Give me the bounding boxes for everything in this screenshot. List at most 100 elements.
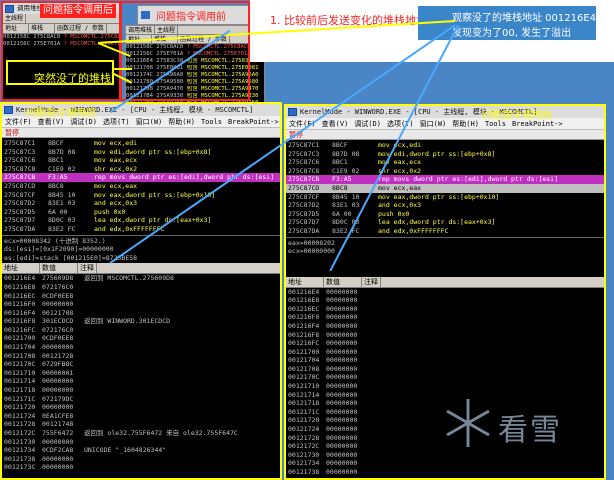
stack-row[interactable]: 001216E4 275609D8 返回到 MSCOMCTL.275609D8 bbox=[2, 274, 280, 283]
right-status: 暂停 bbox=[286, 130, 604, 140]
disasm-row[interactable]: 275C87DA 83E2 FC and edx,0xFFFFFFFC bbox=[286, 227, 604, 236]
thumb-after-header: 地址 堆栈 函数过程 / 参数 bbox=[3, 24, 119, 34]
stack-row[interactable]: 0012173C00000000 bbox=[2, 463, 280, 472]
stack-row[interactable]: 00121714 00000000 bbox=[2, 377, 280, 386]
stack-row[interactable]: 001216E8 00000000 bbox=[286, 296, 604, 305]
stack-row[interactable]: 001216FC 072176C0 bbox=[2, 326, 280, 335]
menu-item[interactable]: 帮助(H) bbox=[449, 118, 482, 129]
disasm-row[interactable]: 275C87CF 8B45 10 mov eax,dword ptr ss:[ebp… bbox=[2, 191, 280, 200]
thumb-red-frame bbox=[120, 1, 250, 101]
disasm-row[interactable]: 275C87D2 83E1 03 and ecx,0x3 bbox=[2, 199, 280, 208]
disasm-row[interactable]: 275C87CF 8B45 10 mov eax,dword ptr ss:[ebp… bbox=[286, 193, 604, 202]
menu-item[interactable]: 选项(T) bbox=[100, 116, 133, 127]
disasm-row[interactable]: 275C87D7 8D0C 03 lea edx,dword ptr ds:[eax… bbox=[2, 216, 280, 225]
stack-row[interactable]: 0012173C00000000 bbox=[286, 477, 604, 478]
disasm-row[interactable]: 275C87C1 8BCF mov ecx,edi bbox=[286, 141, 604, 150]
stack-row[interactable]: 0012170C 0729FB8C bbox=[2, 360, 280, 369]
stack-row[interactable]: 001216E8 072176C0 bbox=[2, 283, 280, 292]
info-line: eax=00008202 bbox=[288, 238, 335, 247]
stack-row[interactable]: 001216E4 00000000 bbox=[286, 288, 604, 297]
menu-item[interactable]: 窗口(W) bbox=[417, 118, 450, 129]
stack-row[interactable]: 00121710 00000000 bbox=[286, 382, 604, 391]
info-line: ds:[esi]=[0x1F2090]=00000000 bbox=[4, 245, 114, 254]
stack-row[interactable]: 00121718 00000000 bbox=[2, 386, 280, 395]
stack-row[interactable]: 00121728 00121748 bbox=[2, 420, 280, 429]
menu-item[interactable]: 选项(T) bbox=[384, 118, 417, 129]
disasm-row[interactable]: 275C87D5 6A 00 push 0x0 bbox=[2, 208, 280, 217]
watermark-text: 看雪 bbox=[498, 413, 562, 448]
stack-row[interactable]: 00121724 0EA1CFE8 bbox=[2, 412, 280, 421]
disasm-row[interactable]: 275C87DA 83E2 FC and edx,0xFFFFFFFC bbox=[2, 225, 280, 234]
app-icon bbox=[4, 106, 13, 114]
stack-row[interactable]: 00121704 00000000 bbox=[2, 343, 280, 352]
stack-row[interactable]: 00121700 0CDF0EE8 bbox=[2, 334, 280, 343]
disasm-row[interactable]: 275C87C6 8BC1 mov eax,ecx bbox=[286, 158, 604, 167]
stack-row[interactable]: 001216EC 00000000 bbox=[286, 305, 604, 314]
disasm-row[interactable]: 275C87C1 8BCF mov ecx,edi bbox=[2, 139, 280, 148]
left-stack[interactable]: 001216E4 275609D8 返回到 MSCOMCTL.275609D8 001… bbox=[2, 274, 280, 472]
stack-row[interactable]: 00121734 00000000 bbox=[286, 459, 604, 468]
col-stack: 堆栈 bbox=[29, 24, 55, 33]
stack-row[interactable]: 00121704 00000000 bbox=[286, 356, 604, 365]
disasm-row[interactable]: 275C87C6 8BC1 mov eax,ecx bbox=[2, 156, 280, 165]
disasm-row[interactable]: 275C87D2 83E1 03 and ecx,0x3 bbox=[286, 201, 604, 210]
stack-row[interactable]: 00121710 00000001 bbox=[2, 369, 280, 378]
menu-item[interactable]: Tools bbox=[198, 116, 225, 127]
app-icon bbox=[5, 5, 14, 13]
thread-label: 主线程 bbox=[3, 14, 27, 23]
left-stack-header: 地址 数值 注释 bbox=[2, 263, 280, 275]
left-disasm[interactable]: 275C87C1 8BCF mov ecx,edi 275C87C3 8B7D 08 mo… bbox=[2, 138, 280, 235]
menu-item[interactable]: 窗口(W) bbox=[133, 116, 166, 127]
watermark: 看雪 bbox=[440, 395, 590, 455]
stack-row[interactable]: 00121708 00000000 bbox=[286, 365, 604, 374]
disasm-row[interactable]: 275C87D5 6A 00 push 0x0 bbox=[286, 210, 604, 219]
stack-row[interactable]: 00121734 0CDF2CA8 UNICODE "_1604826344" bbox=[2, 446, 280, 455]
menu-item[interactable]: 帮助(H) bbox=[165, 116, 198, 127]
menu-item[interactable]: BreakPoint-> bbox=[225, 116, 280, 127]
stack-row[interactable]: 00121738 00000000 bbox=[286, 468, 604, 477]
app-icon bbox=[288, 108, 297, 116]
snowflake-icon bbox=[446, 399, 490, 447]
stack-row[interactable]: 001216F4 00000000 bbox=[286, 322, 604, 331]
stack-row[interactable]: 001216F8 00000000 bbox=[286, 331, 604, 340]
stack-row[interactable]: 001216F0 00000000 bbox=[286, 313, 604, 322]
right-info-pane: eax=00008202 ecx=00000000 bbox=[286, 236, 604, 277]
col-proc: 函数过程 / 参数 bbox=[55, 24, 107, 33]
stack-row[interactable]: 001216F8 301ECDCD 返回到 WINWORD.301ECDCD bbox=[2, 317, 280, 326]
info-line: es:[edi]=stack [001215E0]=8725BE58 bbox=[4, 253, 138, 262]
label-before-mid: 问题指令调用前 bbox=[26, 108, 96, 119]
info-line: ecx=00000000 bbox=[288, 247, 335, 256]
label-after-top: 问题指令调用后 bbox=[40, 4, 116, 18]
left-status: 暂停 bbox=[2, 128, 280, 138]
stack-row[interactable]: 0012171C 072179DC bbox=[2, 395, 280, 404]
stack-row[interactable]: 00121720 00000000 bbox=[2, 403, 280, 412]
stack-row[interactable]: 001216FC 00000000 bbox=[286, 339, 604, 348]
stack-row[interactable]: 00121708 00121728 bbox=[2, 352, 280, 361]
menu-item[interactable]: 查看(V) bbox=[319, 118, 352, 129]
label-after-mid: 问题指令调用后 bbox=[482, 110, 552, 121]
thumb-stack-row: 0012158C 275C8AC0 ? MSCOMCTL.275C8AC0 bbox=[3, 34, 119, 40]
note-overflow: 发现变为了00, 发生了溢出 bbox=[452, 28, 572, 39]
disasm-row[interactable]: 275C87CB F3:A5 rep movs dword ptr es:[edi]… bbox=[286, 175, 604, 184]
stack-row[interactable]: 00121738 00000000 bbox=[2, 455, 280, 464]
disasm-row[interactable]: 275C87C3 8B7D 08 mov edi,dword ptr ss:[ebp… bbox=[2, 148, 280, 157]
stack-row[interactable]: 00121730 00000000 bbox=[2, 438, 280, 447]
disasm-row[interactable]: 275C87CD 8BC8 mov ecx,eax bbox=[2, 182, 280, 191]
right-stack-header: 地址 数值 注释 bbox=[286, 276, 604, 288]
stack-row[interactable]: 001216F0 00000000 bbox=[2, 300, 280, 309]
stack-row[interactable]: 001216F4 00121708 bbox=[2, 309, 280, 318]
stack-row[interactable]: 0012170C 00000000 bbox=[286, 373, 604, 382]
highlight-line bbox=[112, 68, 132, 70]
left-debugger-window: KernelMode - WINWORD.EXE - [CPU - 主线程, 模… bbox=[0, 102, 282, 480]
disasm-row[interactable]: 275C87C3 8B7D 08 mov edi,dword ptr ss:[ebp… bbox=[286, 150, 604, 159]
stack-row[interactable]: 001216EC 0CDF0EE8 bbox=[2, 292, 280, 301]
disasm-row[interactable]: 275C87CD 8BC8 mov ecx,eax bbox=[286, 183, 604, 193]
disasm-row[interactable]: 275C87C8 C1E9 02 shr ecx,0x2 bbox=[286, 167, 604, 176]
stack-row[interactable]: 00121700 00000000 bbox=[286, 348, 604, 357]
note-missing-addr: 观察没了的堆栈地址 001216E4 bbox=[452, 13, 597, 24]
menu-item[interactable]: 调试(D) bbox=[351, 118, 384, 129]
right-disasm[interactable]: 275C87C1 8BCF mov ecx,edi 275C87C3 8B7D 08 mo… bbox=[286, 140, 604, 237]
disasm-row[interactable]: 275C87D7 8D0C 03 lea edx,dword ptr ds:[eax… bbox=[286, 218, 604, 227]
right-menubar: 文件(F) 查看(V) 调试(D) 选项(T) 窗口(W) 帮助(H) Tools Break… bbox=[286, 118, 604, 130]
stack-row[interactable]: 0012172C 755F6472 返回到 ole32.755F6472 来自 ol… bbox=[2, 429, 280, 438]
